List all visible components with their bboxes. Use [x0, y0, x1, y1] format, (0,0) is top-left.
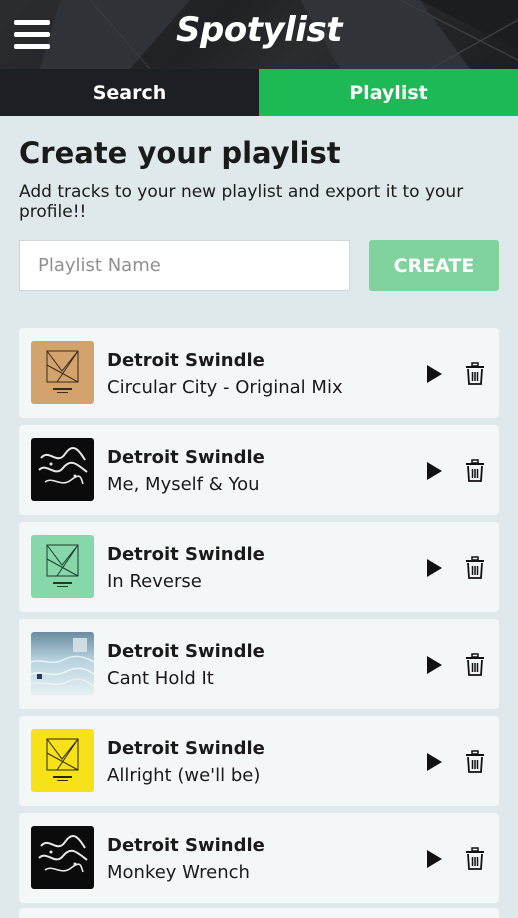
- track-item: Detroit Swindle Cant Hold It: [19, 619, 499, 709]
- play-icon[interactable]: [424, 752, 444, 772]
- track-title: Allright (we'll be): [107, 765, 261, 786]
- album-cover: [31, 438, 94, 501]
- trash-icon[interactable]: [464, 556, 486, 580]
- trash-icon[interactable]: [464, 459, 486, 483]
- play-icon[interactable]: [424, 558, 444, 578]
- tab-playlist[interactable]: Playlist: [259, 69, 518, 116]
- track-title: Circular City - Original Mix: [107, 377, 343, 398]
- track-list: Detroit Swindle Circular City - Original…: [19, 328, 499, 910]
- track-item: Detroit Swindle In Reverse: [19, 522, 499, 612]
- track-artist: Detroit Swindle: [107, 835, 265, 856]
- track-title: In Reverse: [107, 571, 202, 592]
- trash-icon[interactable]: [464, 847, 486, 871]
- play-icon[interactable]: [424, 461, 444, 481]
- album-cover: [31, 535, 94, 598]
- page-subtitle: Add tracks to your new playlist and expo…: [19, 182, 464, 222]
- play-icon[interactable]: [424, 364, 444, 384]
- album-cover: [31, 826, 94, 889]
- track-artist: Detroit Swindle: [107, 447, 265, 468]
- track-item: Detroit Swindle Allright (we'll be): [19, 716, 499, 806]
- track-item: Detroit Swindle Monkey Wrench: [19, 813, 499, 903]
- track-item: Detroit Swindle Me, Myself & You: [19, 425, 499, 515]
- track-title: Me, Myself & You: [107, 474, 260, 495]
- track-item: Detroit Swindle Circular City - Original…: [19, 328, 499, 418]
- app-root: Spotylist Search Playlist Create your pl…: [0, 0, 518, 918]
- tab-search[interactable]: Search: [0, 69, 259, 116]
- tab-bar: Search Playlist: [0, 69, 518, 116]
- album-cover: [31, 632, 94, 695]
- track-artist: Detroit Swindle: [107, 641, 265, 662]
- album-cover: [31, 729, 94, 792]
- album-cover: [31, 341, 94, 404]
- create-button[interactable]: CREATE: [369, 240, 499, 291]
- app-header: Spotylist: [0, 0, 518, 69]
- trash-icon[interactable]: [464, 362, 486, 386]
- track-artist: Detroit Swindle: [107, 544, 265, 565]
- track-artist: Detroit Swindle: [107, 350, 265, 371]
- trash-icon[interactable]: [464, 750, 486, 774]
- track-title: Monkey Wrench: [107, 862, 250, 883]
- track-artist: Detroit Swindle: [107, 738, 265, 759]
- play-icon[interactable]: [424, 849, 444, 869]
- trash-icon[interactable]: [464, 653, 486, 677]
- page-title: Create your playlist: [19, 136, 341, 170]
- playlist-name-input[interactable]: [19, 240, 350, 291]
- track-title: Cant Hold It: [107, 668, 214, 689]
- track-item: [19, 908, 499, 918]
- app-logo: Spotylist: [176, 10, 342, 50]
- play-icon[interactable]: [424, 655, 444, 675]
